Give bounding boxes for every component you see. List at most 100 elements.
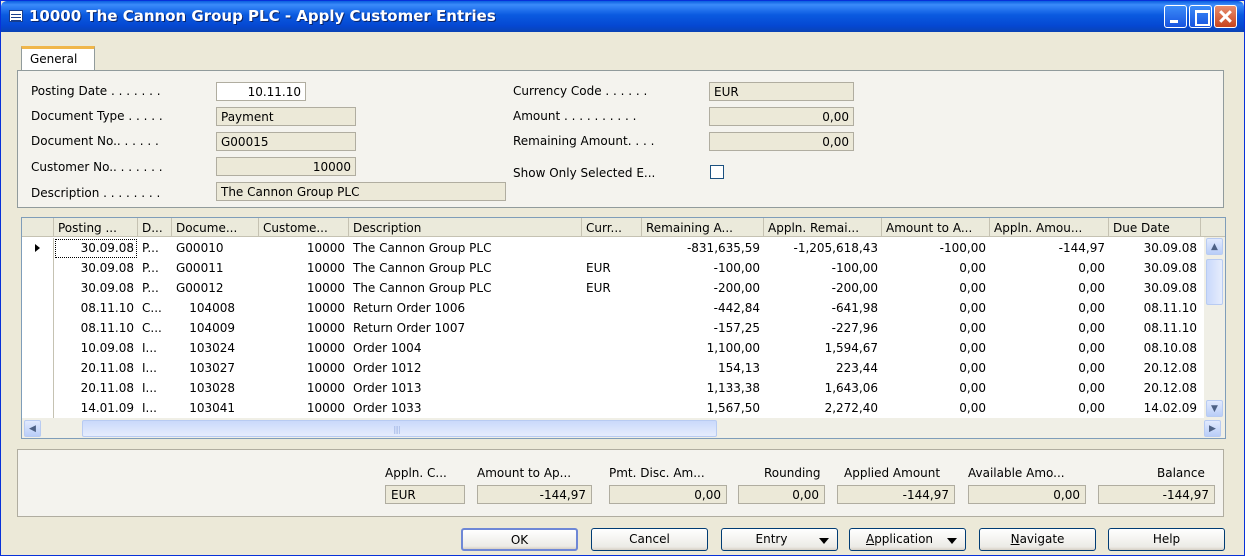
customer-no-field[interactable]: 10000 [216,157,356,176]
col-due-date[interactable]: Due Date [1109,218,1201,237]
cell-document-type[interactable]: C... [138,318,172,339]
scroll-left-button[interactable]: ◀ [24,420,41,437]
cell-currency-code[interactable]: EUR [582,278,642,299]
cell-appln-amount[interactable]: 0,00 [990,338,1109,359]
cell-currency-code[interactable] [582,298,642,319]
cell-customer-no[interactable]: 10000 [259,398,349,419]
cell-document-no[interactable]: 104008 [172,298,239,319]
cell-document-type[interactable]: I... [138,358,172,379]
col-document-no[interactable]: Docume... [172,218,259,237]
cell-appln-amount[interactable]: 0,00 [990,258,1109,279]
cell-remaining-amount[interactable]: -100,00 [642,258,764,279]
cell-description[interactable]: The Cannon Group PLC [349,278,582,299]
cell-remaining-amount[interactable]: 1,567,50 [642,398,764,419]
row-selector[interactable] [22,358,54,379]
row-selector[interactable] [22,398,54,419]
col-customer-no[interactable]: Custome... [259,218,349,237]
cell-due-date[interactable]: 08.11.10 [1109,318,1201,339]
posting-date-field[interactable]: 10.11.10 [216,82,306,101]
row-selector[interactable] [22,378,54,399]
help-button[interactable]: Help [1108,528,1225,551]
cell-appln-remaining-amount[interactable]: -227,96 [764,318,882,339]
application-button[interactable]: Application [849,528,966,551]
row-selector[interactable] [22,338,54,359]
cell-posting-date[interactable]: 08.11.10 [54,298,138,319]
cell-description[interactable]: Return Order 1006 [349,298,582,319]
col-posting-date[interactable]: Posting ... [54,218,138,237]
cell-remaining-amount[interactable]: -831,635,59 [642,238,764,259]
cell-document-no[interactable]: 104009 [172,318,239,339]
cell-document-no[interactable]: 103028 [172,378,239,399]
cell-document-type[interactable]: I... [138,378,172,399]
col-document-type[interactable]: D... [138,218,172,237]
maximize-button[interactable] [1189,5,1212,28]
cell-appln-amount[interactable]: -144,97 [990,238,1109,259]
cell-currency-code[interactable] [582,338,642,359]
cell-appln-remaining-amount[interactable]: -100,00 [764,258,882,279]
horizontal-scroll-thumb[interactable]: |||| [82,420,717,437]
cell-posting-date[interactable]: 20.11.08 [54,358,138,379]
cancel-button[interactable]: Cancel [591,528,708,551]
cell-appln-remaining-amount[interactable]: 1,643,06 [764,378,882,399]
table-row[interactable]: 30.09.08 P... G00011 10000 The Cannon Group … [22,258,1202,279]
document-type-field[interactable]: Payment [216,107,356,126]
scroll-right-button[interactable]: ▶ [1204,420,1221,437]
cell-due-date[interactable]: 30.09.08 [1109,238,1201,259]
cell-currency-code[interactable] [582,238,642,259]
amount-field[interactable]: 0,00 [709,107,854,126]
cell-customer-no[interactable]: 10000 [259,378,349,399]
cell-appln-remaining-amount[interactable]: -200,00 [764,278,882,299]
ok-button[interactable]: OK [461,528,578,551]
navigate-button[interactable]: Navigate [979,528,1096,551]
col-amount-to-apply[interactable]: Amount to A... [882,218,990,237]
cell-appln-remaining-amount[interactable]: 223,44 [764,358,882,379]
cell-due-date[interactable]: 30.09.08 [1109,278,1201,299]
col-description[interactable]: Description [349,218,582,237]
cell-amount-to-apply[interactable]: 0,00 [882,318,990,339]
title-bar[interactable]: 10000 The Cannon Group PLC - Apply Custo… [1,1,1244,32]
cell-appln-amount[interactable]: 0,00 [990,298,1109,319]
row-selector[interactable] [22,278,54,299]
tab-general[interactable]: General [21,46,95,70]
cell-customer-no[interactable]: 10000 [259,358,349,379]
cell-due-date[interactable]: 08.10.08 [1109,338,1201,359]
cell-amount-to-apply[interactable]: 0,00 [882,258,990,279]
row-selector[interactable] [22,318,54,339]
cell-currency-code[interactable] [582,318,642,339]
currency-code-field[interactable]: EUR [709,82,854,101]
row-selector[interactable] [22,258,54,279]
entry-button[interactable]: Entry [721,528,838,551]
cell-appln-remaining-amount[interactable]: -1,205,618,43 [764,238,882,259]
cell-document-type[interactable]: I... [138,338,172,359]
cell-appln-amount[interactable]: 0,00 [990,398,1109,419]
table-row[interactable]: 08.11.10 C... 104008 10000 Return Order 1006… [22,298,1202,319]
cell-description[interactable]: Order 1012 [349,358,582,379]
cell-remaining-amount[interactable]: 1,133,38 [642,378,764,399]
cell-document-type[interactable]: P... [138,278,172,299]
table-row[interactable]: 30.09.08 P... G00010 10000 The Cannon Group … [22,238,1202,259]
cell-currency-code[interactable] [582,378,642,399]
cell-description[interactable]: Order 1013 [349,378,582,399]
cell-appln-remaining-amount[interactable]: 1,594,67 [764,338,882,359]
cell-customer-no[interactable]: 10000 [259,238,349,259]
cell-appln-amount[interactable]: 0,00 [990,278,1109,299]
document-no-field[interactable]: G00015 [216,132,356,151]
cell-appln-amount[interactable]: 0,00 [990,358,1109,379]
cell-document-type[interactable]: P... [138,238,172,259]
cell-remaining-amount[interactable]: -442,84 [642,298,764,319]
close-button[interactable] [1214,5,1237,28]
cell-customer-no[interactable]: 10000 [259,338,349,359]
cell-remaining-amount[interactable]: 154,13 [642,358,764,379]
cell-posting-date[interactable]: 30.09.08 [54,238,138,259]
cell-customer-no[interactable]: 10000 [259,298,349,319]
cell-appln-amount[interactable]: 0,00 [990,378,1109,399]
cell-due-date[interactable]: 20.12.08 [1109,378,1201,399]
table-row[interactable]: 30.09.08 P... G00012 10000 The Cannon Group … [22,278,1202,299]
cell-document-type[interactable]: P... [138,258,172,279]
cell-description[interactable]: The Cannon Group PLC [349,238,582,259]
cell-document-no[interactable]: 103041 [172,398,239,419]
cell-posting-date[interactable]: 30.09.08 [54,278,138,299]
cell-remaining-amount[interactable]: 1,100,00 [642,338,764,359]
table-row[interactable]: 20.11.08 I... 103028 10000 Order 1013 1,133,3… [22,378,1202,399]
col-remaining-amount[interactable]: Remaining A... [642,218,764,237]
